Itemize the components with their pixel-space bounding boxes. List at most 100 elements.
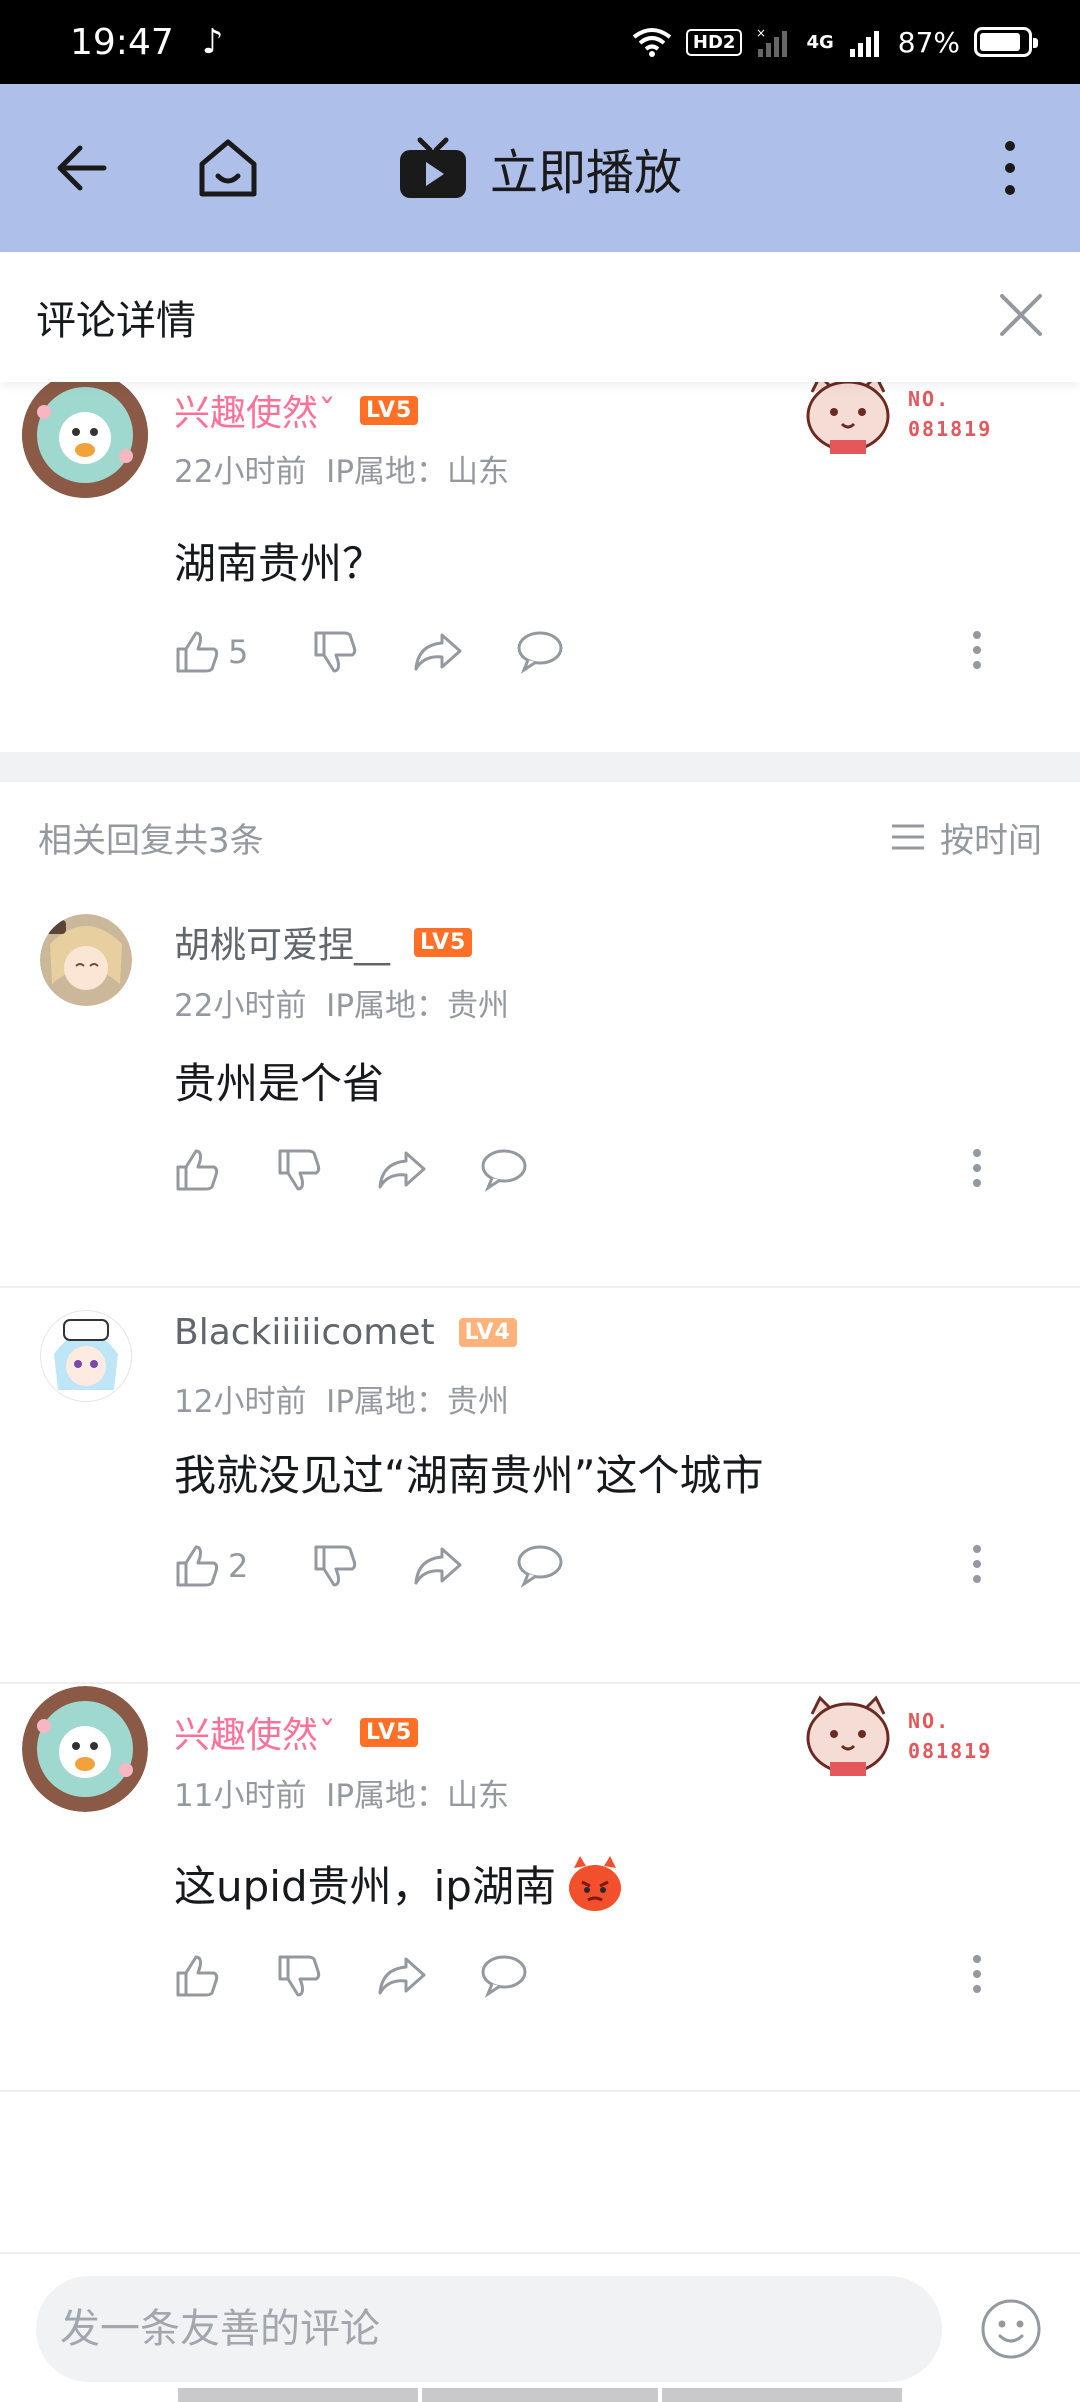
- thumbs-down-icon: [314, 1545, 357, 1587]
- thumbs-up-icon: [176, 631, 219, 673]
- comment-bubble-icon: [481, 1955, 527, 1998]
- network-type: 4G: [806, 31, 834, 53]
- fan-badge-mascot-icon: [806, 382, 890, 454]
- more-vertical-icon: [973, 631, 981, 669]
- username[interactable]: Blackiiiiicomet: [174, 1312, 435, 1353]
- smiley-icon: [981, 2299, 1041, 2359]
- svg-text:×: ×: [756, 27, 766, 40]
- play-now-button[interactable]: 立即播放: [0, 84, 1080, 252]
- comment-bubble-icon: [481, 1149, 527, 1192]
- username-row: 兴趣使然ˇ LV5: [174, 384, 419, 436]
- level-badge: LV4: [458, 1318, 517, 1347]
- avatar[interactable]: [22, 1686, 148, 1812]
- thumbs-down-icon: [278, 1149, 321, 1191]
- comment-actions: 5: [174, 622, 564, 682]
- root-comment: 兴趣使然ˇ LV5 NO. 081819 22小时前 IP属地：山东 湖南贵州？…: [0, 382, 1080, 742]
- battery-icon: [974, 27, 1038, 57]
- avatar[interactable]: [22, 382, 148, 498]
- comment-ip: IP属地：贵州: [326, 988, 510, 1024]
- detail-title: 评论详情: [36, 298, 196, 344]
- signal-off-icon: ×: [756, 27, 788, 57]
- comment-meta: 11小时前 IP属地：山东: [174, 1770, 509, 1815]
- more-menu-button[interactable]: [1004, 140, 1016, 196]
- fan-badge[interactable]: NO. 081819: [802, 1694, 992, 1778]
- reply-button[interactable]: [480, 1954, 528, 1998]
- fan-badge-mascot-icon: [806, 1695, 890, 1776]
- share-button[interactable]: [414, 629, 516, 675]
- share-button[interactable]: [414, 1543, 516, 1589]
- comment-more-button[interactable]: [972, 630, 982, 674]
- comment-text-row: 这upid贵州，ip湖南: [174, 1852, 626, 1914]
- dislike-button[interactable]: [312, 629, 414, 675]
- top-toolbar: 立即播放: [0, 84, 1080, 252]
- angry-emoji-icon: [568, 1856, 621, 1911]
- comment-ip: IP属地：山东: [326, 1778, 510, 1814]
- sort-button[interactable]: 按时间: [890, 813, 1042, 862]
- emoji-button[interactable]: [980, 2298, 1042, 2364]
- comment-more-button[interactable]: [972, 1544, 982, 1588]
- comment-more-button[interactable]: [972, 1148, 982, 1192]
- like-button[interactable]: [174, 1953, 276, 1999]
- comment-time: 22小时前: [174, 454, 307, 490]
- fan-badge[interactable]: NO. 081819: [802, 382, 992, 456]
- reply-button[interactable]: [516, 1544, 564, 1588]
- dislike-button[interactable]: [312, 1543, 414, 1589]
- avatar-duck-icon: [22, 382, 148, 498]
- comment-text: 这upid贵州，ip湖南: [174, 1861, 556, 1911]
- tv-play-icon: [399, 137, 466, 198]
- battery-percent: 87%: [897, 25, 960, 59]
- username[interactable]: 兴趣使然ˇ: [174, 1706, 336, 1758]
- row-divider: [0, 2090, 1080, 2092]
- more-vertical-icon: [973, 1545, 981, 1583]
- avatar-girl-icon: [40, 914, 132, 1006]
- share-icon: [378, 1151, 426, 1189]
- comment-actions: [174, 1140, 528, 1200]
- thumbs-up-icon: [176, 1545, 219, 1587]
- toolbar-title: 立即播放: [489, 145, 682, 201]
- comment-bubble-icon: [517, 1545, 563, 1588]
- avatar[interactable]: [40, 914, 132, 1006]
- comment-ip: IP属地：贵州: [326, 1384, 510, 1420]
- comment-actions: [174, 1946, 528, 2006]
- like-button[interactable]: 2: [174, 1543, 312, 1589]
- like-button[interactable]: [174, 1147, 276, 1193]
- music-note-icon: ♪: [201, 22, 224, 62]
- close-button[interactable]: [998, 292, 1044, 342]
- share-icon: [378, 1957, 426, 1995]
- comment-ip: IP属地：山东: [326, 454, 510, 490]
- more-vertical-icon: [973, 1955, 981, 1993]
- more-vertical-icon: [1005, 141, 1015, 195]
- share-icon: [414, 1547, 462, 1585]
- like-button[interactable]: 5: [174, 629, 312, 675]
- comment-meta: 22小时前 IP属地：山东: [174, 446, 509, 491]
- comment-more-button[interactable]: [972, 1954, 982, 1998]
- status-time: 19:47: [70, 21, 174, 63]
- username[interactable]: 兴趣使然ˇ: [174, 384, 336, 436]
- fan-badge-label: NO.: [908, 1709, 951, 1733]
- reply-item: 胡桃可爱捏__ LV5 22小时前 IP属地：贵州 贵州是个省: [0, 892, 1080, 1286]
- reply-item: Blackiiiiicomet LV4 12小时前 IP属地：贵州 我就没见过“…: [0, 1288, 1080, 1682]
- share-button[interactable]: [378, 1953, 480, 1999]
- level-badge: LV5: [360, 1717, 419, 1747]
- comment-time: 22小时前: [174, 988, 307, 1024]
- reply-button[interactable]: [480, 1148, 528, 1192]
- comment-input[interactable]: [36, 2276, 942, 2382]
- sort-label: 按时间: [940, 820, 1042, 861]
- username[interactable]: 胡桃可爱捏__: [174, 916, 390, 968]
- like-count: 5: [228, 633, 249, 671]
- share-button[interactable]: [378, 1147, 480, 1193]
- sort-lines-icon: [892, 824, 924, 850]
- avatar[interactable]: [40, 1310, 132, 1402]
- username-row: 胡桃可爱捏__ LV5: [174, 916, 473, 968]
- comment-time: 12小时前: [174, 1384, 307, 1420]
- share-icon: [414, 633, 462, 671]
- dislike-button[interactable]: [276, 1147, 378, 1193]
- comment-input-bar: [0, 2252, 1080, 2402]
- dislike-button[interactable]: [276, 1953, 378, 1999]
- replies-count: 相关回复共3条: [38, 820, 264, 861]
- reply-button[interactable]: [516, 630, 564, 674]
- comment-bubble-icon: [517, 631, 563, 674]
- comment-text: 我就没见过“湖南贵州”这个城市: [174, 1451, 764, 1500]
- comment-detail-header: 评论详情: [0, 252, 1080, 382]
- avatar-duck-icon: [22, 1686, 148, 1812]
